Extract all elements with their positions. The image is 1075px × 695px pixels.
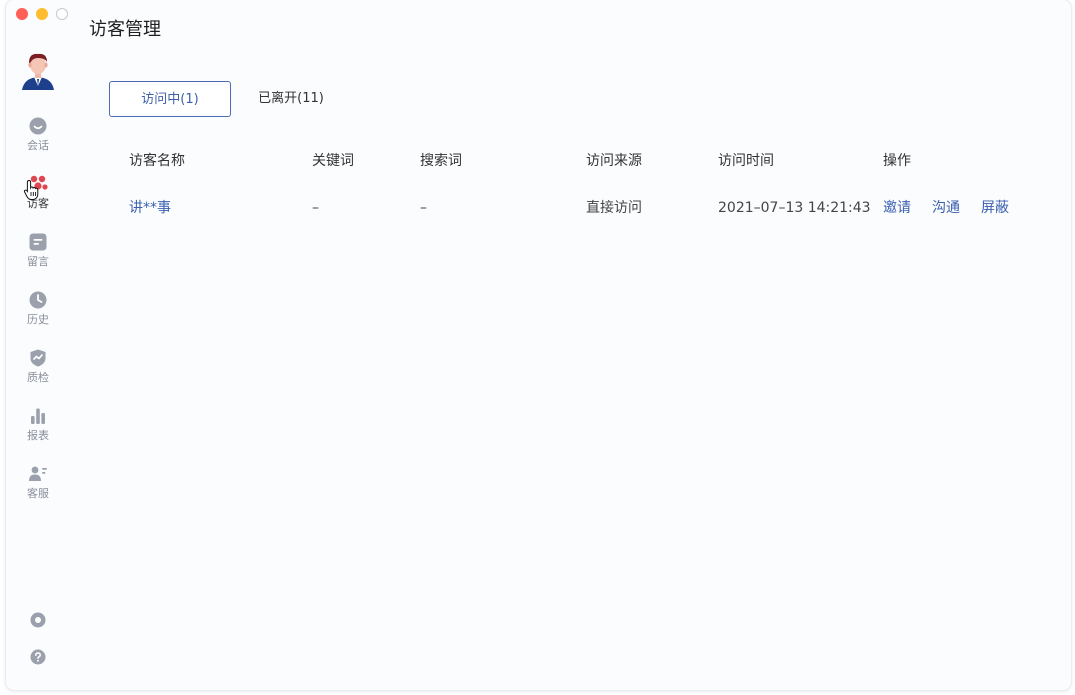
column-header-visit-time: 访问时间: [718, 153, 774, 169]
block-button[interactable]: 屏蔽: [981, 198, 1009, 218]
help-icon: [30, 649, 46, 665]
sidebar-item-label: 会话: [27, 139, 49, 152]
agent-list-icon: [29, 466, 47, 481]
column-header-actions: 操作: [883, 153, 911, 169]
sidebar-item-sessions[interactable]: 会话: [6, 116, 70, 166]
sidebar-item-label: 质检: [27, 371, 49, 384]
visitor-search-term: –: [420, 200, 427, 216]
sidebar-item-label: 访客: [27, 197, 49, 210]
app-window: 会话 访客 留言 历史 质检 报表 客服 访客管理 访问中(1) 已离开(11)…: [6, 0, 1071, 690]
visitor-visit-time: 2021–07–13 14:21:43: [718, 200, 871, 216]
bar-chart-icon: [31, 408, 45, 424]
chat-button[interactable]: 沟通: [932, 198, 960, 218]
visitor-name-link[interactable]: 讲**事: [129, 198, 171, 218]
invite-button[interactable]: 邀请: [883, 198, 911, 218]
sidebar-item-agents[interactable]: 客服: [6, 464, 70, 514]
page-title: 访客管理: [89, 19, 161, 40]
tab-visiting[interactable]: 访问中(1): [109, 81, 231, 117]
column-header-source: 访问来源: [586, 153, 642, 169]
settings-icon: [30, 612, 46, 628]
settings-button[interactable]: [29, 611, 47, 629]
tab-left[interactable]: 已离开(11): [246, 81, 336, 117]
column-header-search-term: 搜索词: [420, 153, 462, 169]
sidebar-item-label: 报表: [27, 429, 49, 442]
visitor-keyword: –: [312, 200, 319, 216]
message-note-icon: [29, 233, 47, 251]
sidebar-item-label: 客服: [27, 487, 49, 500]
sidebar-item-visitors[interactable]: 访客: [6, 174, 70, 224]
shield-check-icon: [30, 349, 46, 367]
sidebar-item-reports[interactable]: 报表: [6, 406, 70, 456]
column-header-keyword: 关键词: [312, 153, 354, 169]
visitors-icon: [30, 175, 48, 190]
sidebar-item-label: 历史: [27, 313, 49, 326]
chat-bubble-icon: [29, 117, 47, 135]
help-button[interactable]: [29, 648, 47, 666]
avatar-icon: [22, 53, 54, 90]
user-avatar[interactable]: [20, 50, 56, 90]
sidebar-item-messages[interactable]: 留言: [6, 232, 70, 282]
sidebar-item-history[interactable]: 历史: [6, 290, 70, 340]
sidebar-item-quality[interactable]: 质检: [6, 348, 70, 398]
visitor-source: 直接访问: [586, 200, 642, 216]
sidebar: 会话 访客 留言 历史 质检 报表 客服: [6, 0, 70, 690]
column-header-visitor-name: 访客名称: [129, 153, 185, 169]
sidebar-item-label: 留言: [27, 255, 49, 268]
clock-icon: [29, 291, 47, 309]
